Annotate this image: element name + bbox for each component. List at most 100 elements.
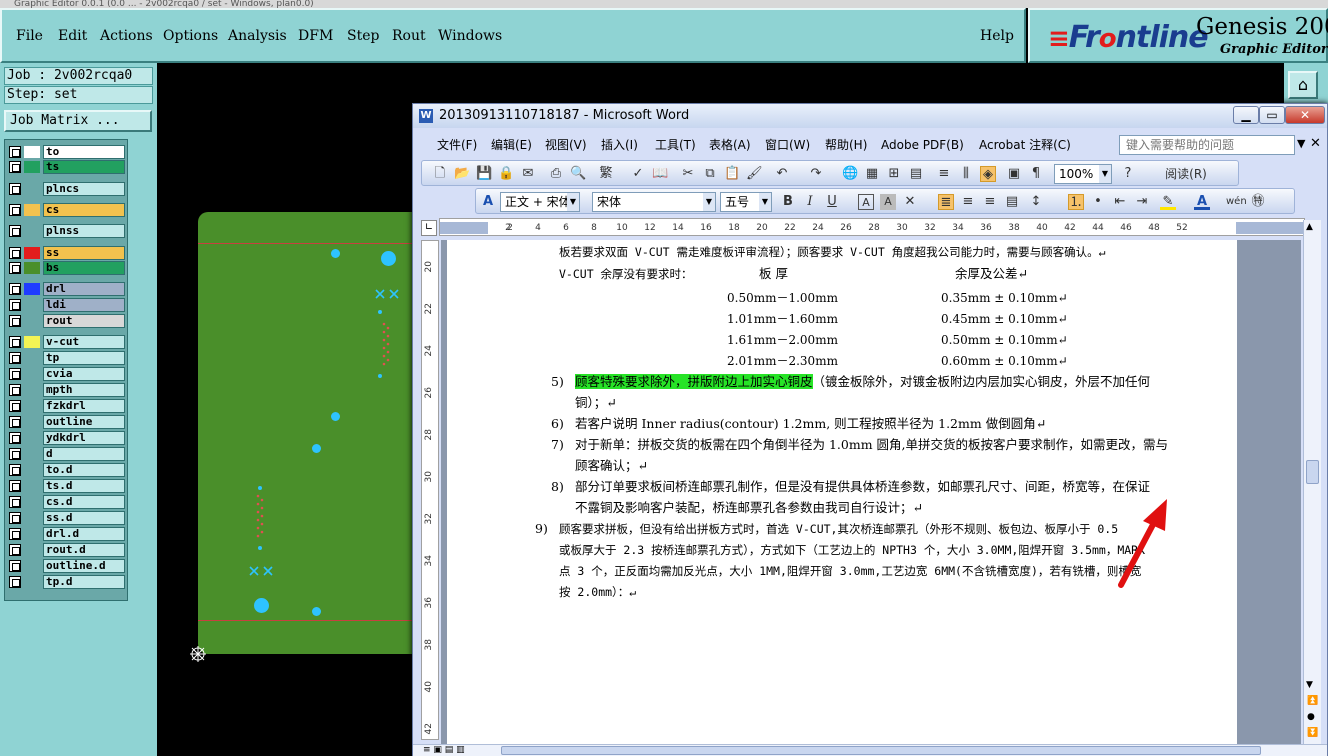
menu-insert[interactable]: 插入(I) [601,132,638,158]
tables-borders-icon[interactable]: ▦ [864,166,880,182]
dropdown-arrow-icon[interactable]: ▼ [1297,137,1305,150]
layer-name[interactable]: outline [43,415,125,429]
layer-checkbox[interactable] [9,480,21,492]
layer-name[interactable]: tp [43,351,125,365]
permission-icon[interactable]: 🔒 [498,166,514,182]
layer-checkbox[interactable] [9,448,21,460]
style-select[interactable]: 正文 + 宋体 ▼ [500,192,580,212]
layer-color-swatch[interactable] [24,247,40,259]
help-icon[interactable]: ? [1120,166,1136,182]
layer-checkbox[interactable] [9,161,21,173]
layer-row[interactable]: cvia [7,367,125,381]
maximize-button[interactable]: ▭ [1259,106,1285,124]
menu-dfm[interactable]: DFM [298,28,333,44]
traditional-chinese-icon[interactable]: 繁 [596,166,616,182]
layer-name[interactable]: ts.d [43,479,125,493]
layer-checkbox[interactable] [9,146,21,158]
layer-name[interactable]: v-cut [43,335,125,349]
document-page[interactable]: 板若要求双面 V-CUT 需走难度板评审流程）；顾客要求 V-CUT 角度超我公… [447,240,1237,744]
menu-actions[interactable]: Actions [100,28,153,44]
format-painter-icon[interactable]: 🖌 [746,166,763,182]
scroll-down-icon[interactable]: ▼ [1306,680,1313,690]
layer-name[interactable]: bs [43,261,125,275]
layer-name[interactable]: fzkdrl [43,399,125,413]
layer-row[interactable]: rout.d [7,543,125,557]
tab-selector-icon[interactable]: ∟ [421,220,437,236]
enclose-char-icon[interactable]: ㊕ [1250,194,1266,210]
menu-options[interactable]: Options [163,28,218,44]
align-center-icon[interactable]: ≡ [960,194,976,210]
layer-row[interactable]: to.d [7,463,125,477]
horizontal-ruler[interactable]: 2 2 4 6 8 10 12 14 16 18 20 22 24 26 28 30 32 34 36 38 40 42 4… [439,218,1306,236]
select-browse-object-icon[interactable]: ● [1307,712,1315,722]
layer-name[interactable]: plncs [43,182,125,196]
layer-checkbox[interactable] [9,576,21,588]
layer-name[interactable]: outline.d [43,559,125,573]
menu-acrobat[interactable]: Acrobat 注释(C) [979,132,1071,158]
layer-name[interactable]: tp.d [43,575,125,589]
layer-checkbox[interactable] [9,416,21,428]
layer-name[interactable]: cs [43,203,125,217]
layer-row[interactable]: tp [7,351,125,365]
layer-row[interactable]: mpth [7,383,125,397]
layer-checkbox[interactable] [9,384,21,396]
layer-name[interactable]: ydkdrl [43,431,125,445]
bold-icon[interactable]: B [780,194,796,210]
layer-checkbox[interactable] [9,368,21,380]
zoom-select[interactable]: 100% ▼ [1054,164,1112,184]
layer-row[interactable]: to [7,145,125,159]
layer-name[interactable]: d [43,447,125,461]
menu-tools[interactable]: 工具(T) [655,132,696,158]
layer-row[interactable]: ldi [7,298,125,312]
layer-name[interactable]: plnss [43,224,125,238]
show-hide-icon[interactable]: ¶ [1028,166,1044,182]
layer-row[interactable]: cs [7,203,125,217]
layer-row[interactable]: ts.d [7,479,125,493]
font-size-select[interactable]: 五号 ▼ [720,192,772,212]
close-doc-icon[interactable]: ✕ [1310,136,1321,151]
insert-excel-icon[interactable]: ▤ [908,166,924,182]
open-icon[interactable]: 📂 [454,166,470,182]
save-icon[interactable]: 💾 [476,166,492,182]
numbering-icon[interactable]: ⒈ [1068,194,1084,210]
menu-help[interactable]: Help [980,28,1014,44]
layer-row[interactable]: outline.d [7,559,125,573]
layer-checkbox[interactable] [9,204,21,216]
layer-checkbox[interactable] [9,464,21,476]
layer-color-swatch[interactable] [24,283,40,295]
layer-color-swatch[interactable] [24,336,40,348]
read-mode-button[interactable]: 阅读(R) [1150,166,1222,182]
research-icon[interactable]: 📖 [652,166,668,182]
layer-name[interactable]: mpth [43,383,125,397]
document-map-icon[interactable]: ◈ [980,166,996,182]
horizontal-scrollbar[interactable]: ≡ ▣ ▤ ▥ [413,744,1327,756]
char-scale-icon[interactable]: ✕ [902,194,918,210]
layer-row[interactable]: ydkdrl [7,431,125,445]
char-border-icon[interactable]: A [858,194,874,210]
layer-checkbox[interactable] [9,512,21,524]
menu-rout[interactable]: Rout [392,28,426,44]
reading-icon[interactable]: ▣ [1006,166,1022,182]
close-button[interactable]: ✕ [1285,106,1325,124]
copy-icon[interactable]: ⧉ [702,166,718,182]
layer-name[interactable]: ts [43,160,125,174]
email-icon[interactable]: ✉ [520,166,536,182]
increase-indent-icon[interactable]: ⇥ [1134,194,1150,210]
layer-name[interactable]: cs.d [43,495,125,509]
line-spacing-icon[interactable]: ↕ [1028,194,1044,210]
layer-row[interactable]: ss.d [7,511,125,525]
char-shading-icon[interactable]: A [880,194,896,210]
layer-row[interactable]: plncs [7,182,125,196]
layer-row[interactable]: ts [7,160,125,174]
menu-file[interactable]: File [16,28,43,44]
menu-window[interactable]: 窗口(W) [765,132,810,158]
align-right-icon[interactable]: ≡ [982,194,998,210]
distribute-icon[interactable]: ▤ [1004,194,1020,210]
hyperlink-icon[interactable]: 🌐 [842,166,858,182]
layer-row[interactable]: bs [7,261,125,275]
layer-row[interactable]: d [7,447,125,461]
help-search-input[interactable]: 键入需要帮助的问题 [1119,135,1295,155]
layer-checkbox[interactable] [9,432,21,444]
paste-icon[interactable]: 📋 [724,166,740,182]
bullets-icon[interactable]: • [1090,194,1106,210]
